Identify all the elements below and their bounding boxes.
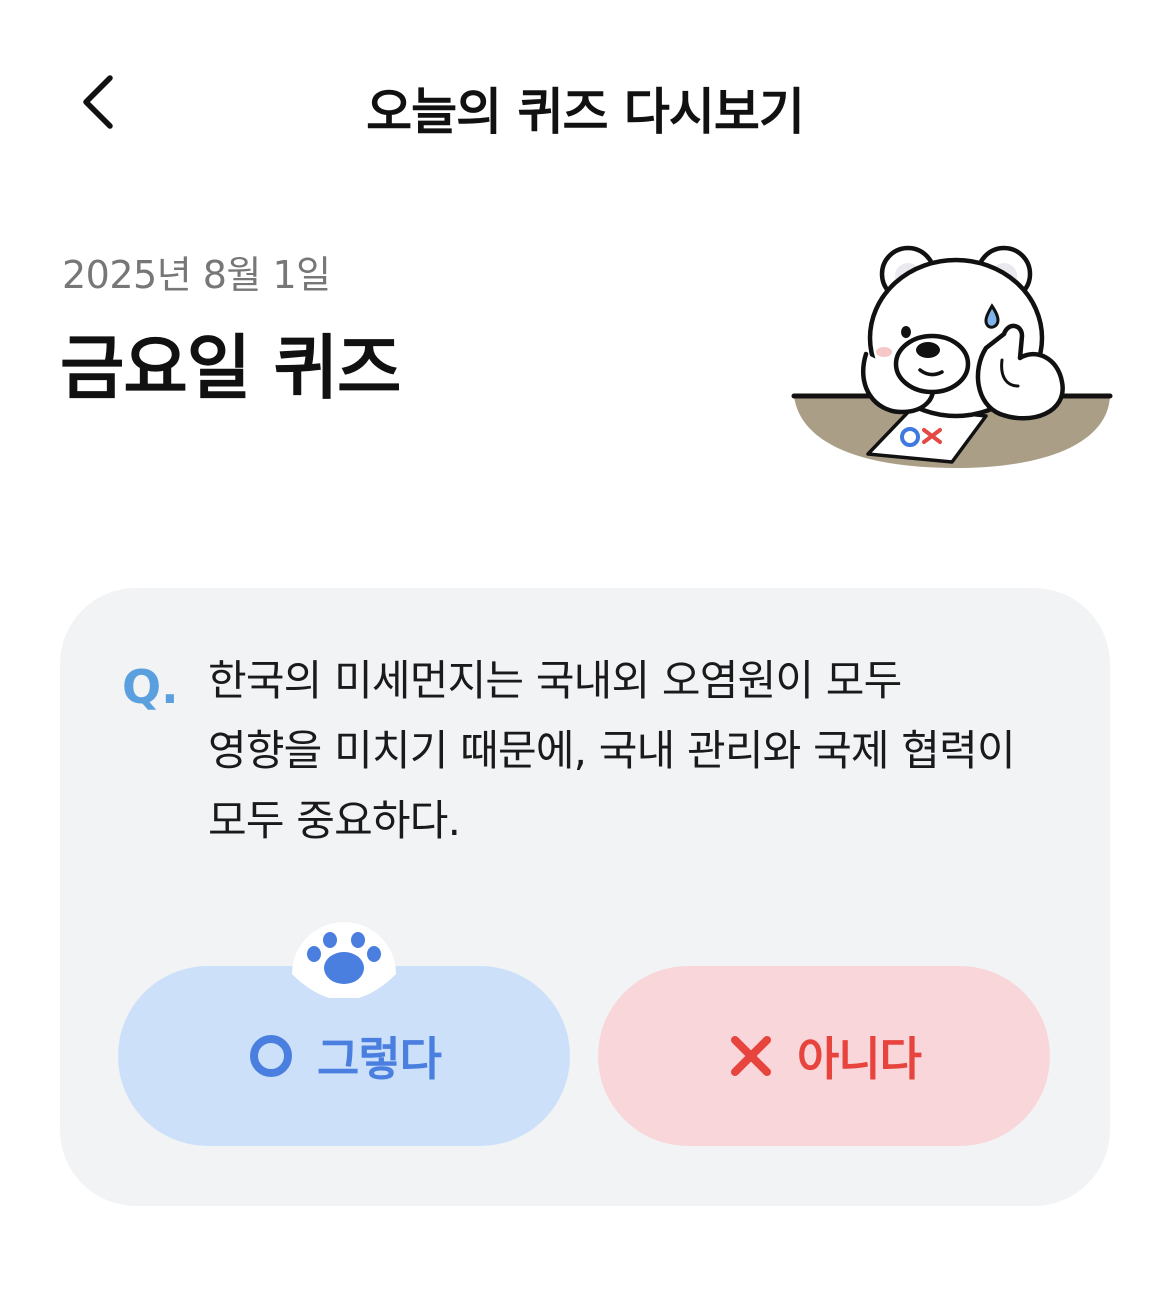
- app-header: 오늘의 퀴즈 다시보기: [0, 0, 1170, 200]
- quiz-title: 금요일 퀴즈: [60, 327, 401, 409]
- question-line: 한국의 미세먼지는 국내외 오염원이 모두: [208, 656, 902, 705]
- circle-o-icon: [250, 1035, 293, 1077]
- answer-yes-label: 그렇다: [317, 1032, 442, 1086]
- polar-bear-mascot-icon: [791, 245, 1113, 468]
- answer-no-label: 아니다: [797, 1032, 922, 1086]
- question-text: 한국의 미세먼지는 국내외 오염원이 모두 영향을 미치기 때문에, 국내 관리…: [208, 646, 1068, 856]
- question-line: 영향을 미치기 때문에, 국내 관리와 국제 협력이: [208, 726, 1016, 775]
- paw-icon: [292, 922, 396, 998]
- question-line: 모두 중요하다.: [208, 796, 461, 845]
- answer-no-button[interactable]: 아니다: [598, 966, 1050, 1146]
- question-label: Q.: [122, 660, 179, 714]
- quiz-date: 2025년 8월 1일: [62, 253, 331, 297]
- page-title: 오늘의 퀴즈 다시보기: [366, 83, 805, 141]
- x-mark-icon: [731, 1036, 772, 1076]
- quiz-card: Q. 한국의 미세먼지는 국내외 오염원이 모두 영향을 미치기 때문에, 국내…: [60, 588, 1110, 1206]
